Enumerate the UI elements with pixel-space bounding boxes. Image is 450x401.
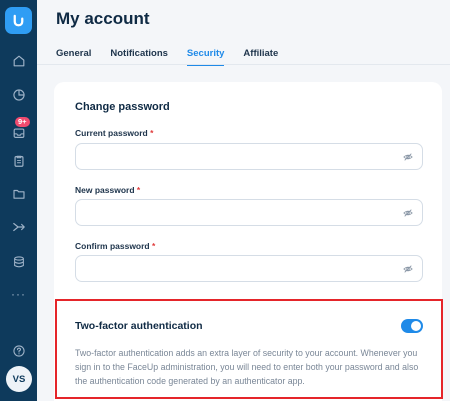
sidebar-item-home[interactable]: [0, 50, 37, 72]
eye-off-icon[interactable]: [403, 264, 413, 274]
confirm-password-input[interactable]: [84, 256, 404, 281]
inbox-badge: 9+: [15, 117, 30, 127]
clipboard-icon: [13, 155, 24, 167]
tabs-divider: [37, 64, 450, 65]
current-password-field[interactable]: [75, 143, 423, 170]
more-icon: ···: [11, 287, 26, 301]
sidebar-item-reports[interactable]: [0, 84, 37, 106]
sidebar-item-tasks[interactable]: [0, 150, 37, 172]
logo-icon: [13, 14, 24, 27]
inbox-icon: [13, 128, 24, 138]
page-title: My account: [56, 9, 150, 28]
database-icon: [13, 256, 24, 268]
current-password-label: Current password *: [75, 128, 154, 138]
security-card: Change password Current password * New p…: [54, 82, 442, 401]
sidebar: 9+ ··· VS: [0, 0, 37, 401]
folder-icon: [12, 189, 25, 199]
two-factor-description: Two-factor authentication adds an extra …: [75, 348, 419, 386]
eye-off-icon[interactable]: [403, 208, 413, 218]
new-password-label: New password *: [75, 185, 141, 195]
eye-off-icon[interactable]: [403, 152, 413, 162]
new-password-field[interactable]: [75, 199, 423, 226]
current-password-input[interactable]: [84, 144, 404, 169]
pie-chart-icon: [12, 89, 25, 101]
sidebar-item-more[interactable]: ···: [0, 283, 37, 305]
toggle-knob: [411, 321, 421, 331]
logo[interactable]: [5, 7, 32, 34]
sidebar-item-routing[interactable]: [0, 216, 37, 238]
routing-icon: [12, 222, 25, 232]
two-factor-toggle[interactable]: [401, 319, 423, 333]
confirm-password-label: Confirm password *: [75, 241, 156, 251]
sidebar-item-data[interactable]: [0, 251, 37, 273]
sidebar-item-help[interactable]: [0, 340, 37, 362]
confirm-password-field[interactable]: [75, 255, 423, 282]
avatar[interactable]: VS: [6, 366, 32, 392]
home-icon: [13, 55, 24, 67]
change-password-title: Change password: [75, 101, 170, 113]
two-factor-title: Two-factor authentication: [75, 320, 203, 332]
new-password-input[interactable]: [84, 200, 404, 225]
help-icon: [12, 345, 25, 357]
sidebar-item-files[interactable]: [0, 183, 37, 205]
